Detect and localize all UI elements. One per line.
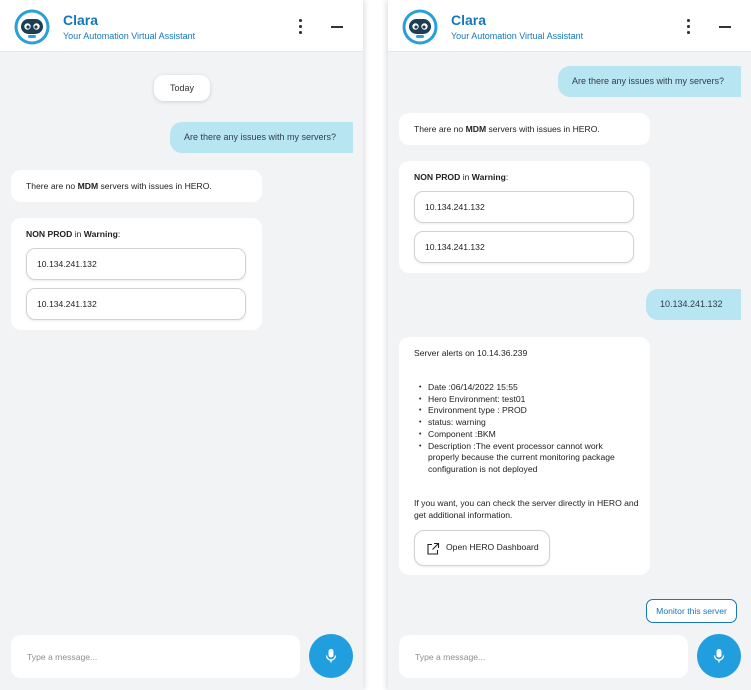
warning-card-title: NON PROD in Warning: bbox=[26, 229, 121, 239]
alert-title: Server alerts on 10.14.36.239 bbox=[414, 348, 528, 358]
bot-message: There are no MDM servers with issues in … bbox=[11, 170, 262, 202]
monitor-server-button[interactable]: Monitor this server bbox=[646, 599, 737, 623]
bot-subtitle: Your Automation Virtual Assistant bbox=[63, 31, 196, 41]
message-input[interactable] bbox=[399, 635, 688, 678]
robot-logo-icon bbox=[14, 9, 50, 45]
user-message: Are there any issues with my servers? bbox=[170, 122, 353, 153]
bot-name: Clara bbox=[63, 12, 99, 28]
alert-item: status: warning bbox=[414, 417, 634, 429]
bot-name: Clara bbox=[451, 12, 487, 28]
microphone-icon bbox=[325, 649, 337, 663]
minimize-icon[interactable] bbox=[718, 19, 732, 33]
more-vertical-icon[interactable] bbox=[683, 17, 693, 35]
open-dashboard-button[interactable]: Open HERO Dashboard bbox=[414, 530, 550, 566]
microphone-icon bbox=[713, 649, 725, 663]
bot-message-text: There are no MDM servers with issues in … bbox=[26, 181, 212, 191]
mic-button[interactable] bbox=[697, 634, 741, 678]
user-ip-message: 10.134.241.132 bbox=[646, 289, 741, 320]
warning-card: NON PROD in Warning: 10.134.241.132 10.1… bbox=[399, 161, 650, 273]
alert-item: Environment type : PROD bbox=[414, 405, 634, 417]
date-chip: Today bbox=[154, 75, 210, 101]
bot-message: There are no MDM servers with issues in … bbox=[399, 113, 650, 145]
warning-card-title: NON PROD in Warning: bbox=[414, 172, 509, 182]
chat-header: Clara Your Automation Virtual Assistant bbox=[388, 0, 751, 52]
alert-item: Component :BKM bbox=[414, 429, 634, 441]
bot-message-text: There are no MDM servers with issues in … bbox=[414, 124, 600, 134]
external-link-icon bbox=[427, 542, 440, 555]
more-vertical-icon[interactable] bbox=[295, 17, 305, 35]
open-dashboard-label: Open HERO Dashboard bbox=[446, 542, 539, 552]
alert-footer-text: If you want, you can check the server di… bbox=[414, 498, 639, 520]
chat-header: Clara Your Automation Virtual Assistant bbox=[0, 0, 363, 52]
alert-item: Description :The event processor cannot … bbox=[414, 441, 634, 476]
mic-button[interactable] bbox=[309, 634, 353, 678]
bot-subtitle: Your Automation Virtual Assistant bbox=[451, 31, 584, 41]
server-ip-button[interactable]: 10.134.241.132 bbox=[26, 248, 246, 280]
robot-logo-icon bbox=[402, 9, 438, 45]
server-alerts-card: Server alerts on 10.14.36.239 Date :06/1… bbox=[399, 337, 650, 575]
user-message: Are there any issues with my servers? bbox=[558, 66, 741, 97]
minimize-icon[interactable] bbox=[330, 19, 344, 33]
alert-details-list: Date :06/14/2022 15:55 Hero Environment:… bbox=[414, 382, 634, 476]
server-ip-button[interactable]: 10.134.241.132 bbox=[26, 288, 246, 320]
alert-item: Date :06/14/2022 15:55 bbox=[414, 382, 634, 394]
chat-panel-left: Clara Your Automation Virtual Assistant … bbox=[0, 0, 363, 690]
server-ip-button[interactable]: 10.134.241.132 bbox=[414, 231, 634, 263]
chat-panel-right: Clara Your Automation Virtual Assistant … bbox=[388, 0, 751, 690]
message-input[interactable] bbox=[11, 635, 300, 678]
server-ip-button[interactable]: 10.134.241.132 bbox=[414, 191, 634, 223]
warning-card: NON PROD in Warning: 10.134.241.132 10.1… bbox=[11, 218, 262, 330]
alert-item: Hero Environment: test01 bbox=[414, 394, 634, 406]
